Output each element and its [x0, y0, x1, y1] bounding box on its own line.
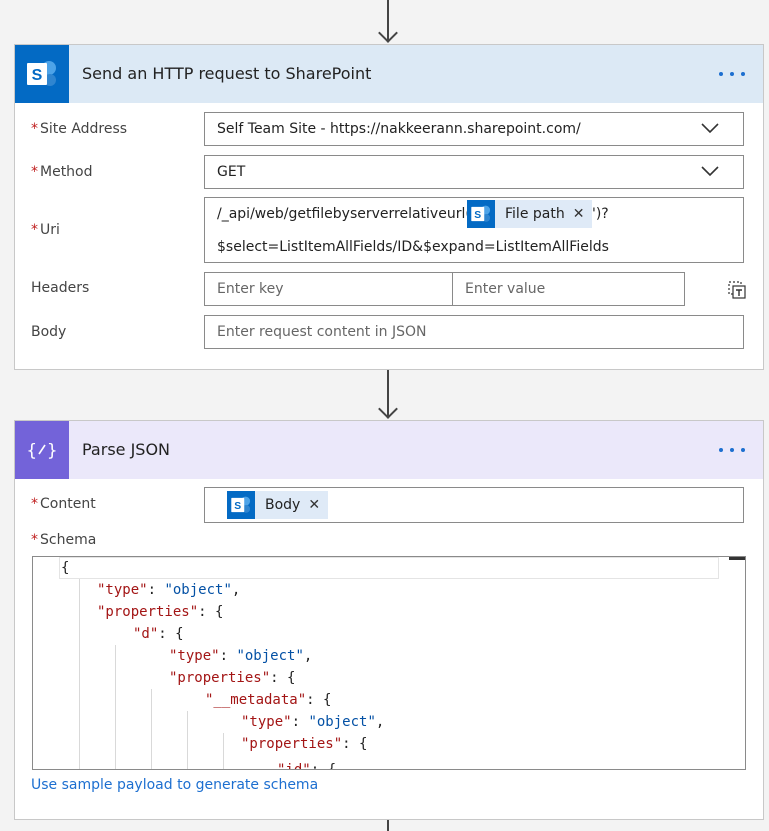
body-token[interactable]: S Body ✕	[227, 491, 329, 519]
more-options-button[interactable]	[715, 59, 749, 89]
parse-json-icon: { }	[15, 421, 69, 479]
current-line-highlight	[59, 557, 719, 579]
schema-line: "id": {	[277, 762, 337, 770]
schema-line: "properties": {	[169, 670, 296, 686]
site-address-value: Self Team Site - https://nakkeerann.shar…	[217, 121, 581, 137]
middle-arrow	[378, 399, 398, 419]
http-card-header[interactable]: S Send an HTTP request to SharePoint	[15, 45, 763, 103]
indent-guide	[115, 645, 116, 769]
remove-token-icon[interactable]: ✕	[308, 497, 320, 513]
scrollbar-thumb[interactable]	[729, 557, 745, 560]
indent-guide	[79, 579, 80, 769]
indent-guide	[223, 733, 224, 769]
svg-text:{ }: { }	[27, 441, 57, 461]
http-request-card: S Send an HTTP request to SharePoint * Si…	[14, 44, 764, 370]
uri-prefix: /_api/web/getfilebyserverrelativeurl('	[217, 206, 475, 222]
header-key-input[interactable]: Enter key	[204, 272, 453, 306]
header-value-input[interactable]: Enter value	[452, 272, 685, 306]
more-dot-icon	[719, 448, 723, 452]
schema-label: * Schema	[31, 532, 97, 548]
bottom-connector	[387, 820, 389, 831]
schema-line: "properties": {	[241, 736, 368, 752]
body-label: Body	[31, 324, 67, 340]
schema-line: "d": {	[133, 626, 184, 642]
more-options-button[interactable]	[715, 435, 749, 465]
parse-json-card: { } Parse JSON * Content S Body ✕ * Sche…	[14, 420, 764, 820]
svg-text:S: S	[234, 501, 241, 512]
method-label: * Method	[31, 164, 93, 180]
uri-input[interactable]: /_api/web/getfilebyserverrelativeurl(' S…	[204, 197, 744, 263]
body-placeholder: Enter request content in JSON	[217, 324, 427, 340]
schema-line: "type": "object",	[97, 582, 241, 598]
uri-suffix: ')?	[592, 206, 609, 222]
uri-label: * Uri	[31, 222, 60, 238]
content-label: * Content	[31, 496, 96, 512]
sharepoint-icon: S	[15, 45, 69, 103]
schema-line: "type": "object",	[241, 714, 385, 730]
site-address-dropdown[interactable]: Self Team Site - https://nakkeerann.shar…	[204, 112, 744, 146]
sharepoint-icon: S	[227, 491, 255, 519]
chevron-down-icon	[701, 166, 719, 177]
parse-json-card-header[interactable]: { } Parse JSON	[15, 421, 763, 479]
schema-line: "__metadata": {	[205, 692, 332, 708]
site-address-label: * Site Address	[31, 121, 128, 137]
remove-token-icon[interactable]: ✕	[573, 206, 585, 222]
sharepoint-icon: S	[467, 200, 495, 228]
svg-text:S: S	[474, 210, 481, 221]
more-dot-icon	[730, 72, 734, 76]
schema-editor[interactable]: { "type": "object", "properties": { "d":…	[32, 556, 746, 770]
method-dropdown[interactable]: GET	[204, 155, 744, 189]
indent-guide	[151, 689, 152, 769]
more-dot-icon	[730, 448, 734, 452]
file-path-token[interactable]: S File path ✕	[467, 200, 593, 228]
schema-line: {	[61, 560, 70, 576]
token-label: File path	[505, 206, 565, 222]
card-title: Parse JSON	[82, 440, 171, 459]
more-dot-icon	[719, 72, 723, 76]
headers-label: Headers	[31, 280, 90, 296]
sample-payload-link[interactable]: Use sample payload to generate schema	[31, 777, 318, 793]
uri-line2: $select=ListItemAllFields/ID&$expand=Lis…	[217, 239, 609, 255]
schema-line: "type": "object",	[169, 648, 313, 664]
method-value: GET	[217, 164, 246, 180]
more-dot-icon	[741, 72, 745, 76]
body-input[interactable]: Enter request content in JSON	[204, 315, 744, 349]
switch-to-text-mode-icon[interactable]	[728, 281, 746, 299]
card-title: Send an HTTP request to SharePoint	[82, 64, 372, 83]
schema-line: "properties": {	[97, 604, 224, 620]
svg-text:S: S	[32, 67, 43, 84]
indent-guide	[187, 711, 188, 769]
header-key-placeholder: Enter key	[217, 281, 284, 297]
chevron-down-icon	[701, 123, 719, 134]
more-dot-icon	[741, 448, 745, 452]
content-input[interactable]: S Body ✕	[204, 487, 744, 523]
top-arrow	[378, 23, 398, 43]
header-value-placeholder: Enter value	[465, 281, 546, 297]
token-label: Body	[265, 497, 301, 513]
